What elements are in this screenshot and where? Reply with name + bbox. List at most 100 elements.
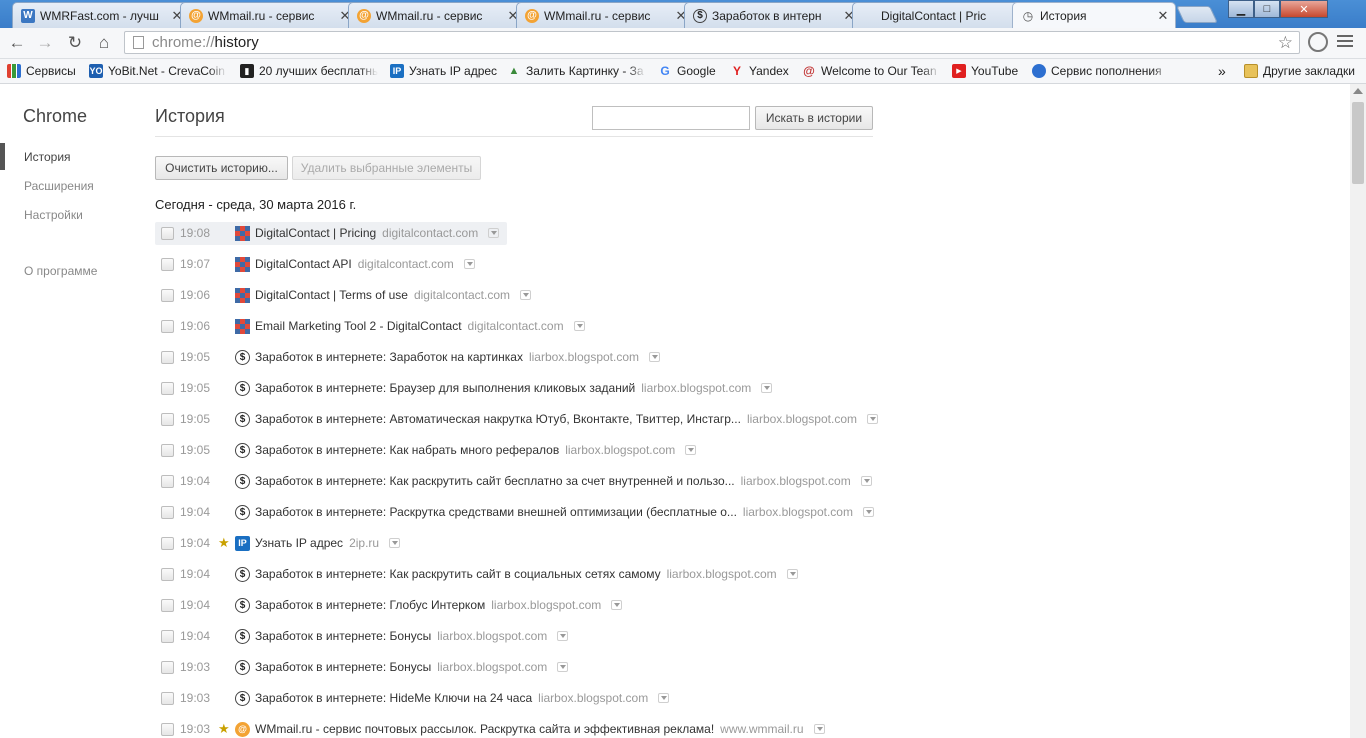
tab-wmmail-1[interactable]: @ WMmail.ru - сервис ✕ — [180, 2, 358, 28]
tab-digitalcontact[interactable]: DigitalContact | Pric ✕ — [852, 2, 1030, 28]
scroll-up-arrow-icon[interactable] — [1353, 88, 1363, 94]
entry-title-link[interactable]: Заработок в интернете: HideMe Ключи на 2… — [255, 691, 532, 705]
sidebar-item-settings[interactable]: Настройки — [24, 208, 83, 222]
bookmark-star-icon[interactable]: ☆ — [1278, 33, 1293, 53]
entry-menu-dropdown-icon[interactable] — [658, 693, 670, 703]
bookmark-google[interactable]: G Google — [658, 62, 722, 80]
bookmark-service-topup[interactable]: Сервис пополнения — [1032, 62, 1170, 80]
bookmark-yobit[interactable]: YO YoBit.Net - CrevaCoin — [89, 62, 227, 80]
entry-menu-dropdown-icon[interactable] — [786, 569, 798, 579]
entry-checkbox[interactable] — [161, 227, 174, 240]
history-entry[interactable]: 19:04 $ Заработок в интернете: Раскрутка с… — [155, 501, 874, 524]
history-entry[interactable]: 19:03 $ Заработок в интернете: Бонусы liarb… — [155, 656, 569, 679]
tab-zarabotok[interactable]: $ Заработок в интерн ✕ — [684, 2, 862, 28]
entry-title-link[interactable]: Заработок в интернете: Как набрать много… — [255, 443, 559, 457]
history-entry[interactable]: 19:08 DigitalContact | Pricing digitalcont… — [155, 222, 507, 245]
entry-title-link[interactable]: Заработок в интернете: Глобус Интерком — [255, 598, 485, 612]
bookmark-top20[interactable]: ▮ 20 лучших бесплатны — [240, 62, 378, 80]
globe-extension-icon[interactable] — [1308, 32, 1328, 52]
entry-checkbox[interactable] — [161, 537, 174, 550]
entry-checkbox[interactable] — [161, 661, 174, 674]
entry-checkbox[interactable] — [161, 382, 174, 395]
forward-arrow-icon[interactable]: → — [34, 32, 56, 54]
entry-title-link[interactable]: DigitalContact | Pricing — [255, 226, 376, 240]
search-history-button[interactable]: Искать в истории — [755, 106, 873, 130]
entry-menu-dropdown-icon[interactable] — [611, 600, 623, 610]
entry-checkbox[interactable] — [161, 599, 174, 612]
scrollbar-thumb[interactable] — [1352, 102, 1364, 184]
entry-menu-dropdown-icon[interactable] — [389, 538, 401, 548]
entry-menu-dropdown-icon[interactable] — [573, 321, 585, 331]
history-entry[interactable]: 19:05 $ Заработок в интернете: Браузер для… — [155, 377, 773, 400]
entry-title-link[interactable]: WMmail.ru - сервис почтовых рассылок. Ра… — [255, 722, 714, 736]
history-search-input[interactable] — [592, 106, 750, 130]
home-icon[interactable]: ⌂ — [93, 32, 115, 54]
bookmark-upload-image[interactable]: ▲ Залить Картинку - За — [507, 62, 646, 80]
history-entry[interactable]: 19:03 ★ @ WMmail.ru - сервис почтовых рассы… — [155, 718, 825, 738]
bookmark-yandex[interactable]: Y Yandex — [730, 62, 794, 80]
entry-title-link[interactable]: Заработок в интернете: Бонусы — [255, 629, 431, 643]
hamburger-menu-icon[interactable] — [1337, 35, 1353, 50]
entry-menu-dropdown-icon[interactable] — [867, 414, 878, 424]
entry-menu-dropdown-icon[interactable] — [520, 290, 532, 300]
history-entry[interactable]: 19:04 $ Заработок в интернете: Как раскрут… — [155, 563, 798, 586]
history-entry[interactable]: 19:06 Email Marketing Tool 2 - DigitalCon… — [155, 315, 585, 338]
entry-title-link[interactable]: DigitalContact | Terms of use — [255, 288, 408, 302]
clear-history-button[interactable]: Очистить историю... — [155, 156, 288, 180]
entry-title-link[interactable]: Узнать IP адрес — [255, 536, 343, 550]
close-window-button[interactable]: ✕ — [1280, 0, 1328, 18]
entry-title-link[interactable]: Email Marketing Tool 2 - DigitalContact — [255, 319, 462, 333]
entry-menu-dropdown-icon[interactable] — [685, 445, 697, 455]
entry-checkbox[interactable] — [161, 413, 174, 426]
entry-title-link[interactable]: Заработок в интернете: Заработок на карт… — [255, 350, 523, 364]
history-entry[interactable]: 19:04 $ Заработок в интернете: Как раскрут… — [155, 470, 872, 493]
tab-close-icon[interactable]: ✕ — [1157, 8, 1169, 24]
minimize-button[interactable]: ▁ — [1228, 0, 1254, 18]
history-entry[interactable]: 19:05 $ Заработок в интернете: Автоматичес… — [155, 408, 878, 431]
entry-title-link[interactable]: Заработок в интернете: Бонусы — [255, 660, 431, 674]
reload-icon[interactable]: ↻ — [64, 32, 86, 54]
entry-menu-dropdown-icon[interactable] — [463, 259, 475, 269]
entry-menu-dropdown-icon[interactable] — [557, 662, 569, 672]
entry-title-link[interactable]: DigitalContact API — [255, 257, 352, 271]
history-entry[interactable]: 19:04 ★ IP Узнать IP адрес 2ip.ru — [155, 532, 507, 555]
entry-checkbox[interactable] — [161, 351, 174, 364]
entry-checkbox[interactable] — [161, 444, 174, 457]
entry-checkbox[interactable] — [161, 475, 174, 488]
entry-title-link[interactable]: Заработок в интернете: Как раскрутить са… — [255, 474, 735, 488]
tab-history[interactable]: ◷ История ✕ — [1012, 2, 1176, 28]
entry-menu-dropdown-icon[interactable] — [557, 631, 569, 641]
history-entry[interactable]: 19:07 DigitalContact API digitalcontact.co… — [155, 253, 507, 276]
entry-title-link[interactable]: Заработок в интернете: Браузер для выпол… — [255, 381, 635, 395]
maximize-button[interactable]: □ — [1254, 0, 1280, 18]
tab-wmmail-2[interactable]: @ WMmail.ru - сервис ✕ — [348, 2, 526, 28]
entry-menu-dropdown-icon[interactable] — [860, 476, 872, 486]
entry-checkbox[interactable] — [161, 289, 174, 302]
sidebar-item-extensions[interactable]: Расширения — [24, 179, 94, 193]
history-entry[interactable]: 19:04 $ Заработок в интернете: Бонусы liarb… — [155, 625, 569, 648]
entry-title-link[interactable]: Заработок в интернете: Автоматическая на… — [255, 412, 741, 426]
entry-menu-dropdown-icon[interactable] — [862, 507, 874, 517]
remove-selected-button[interactable]: Удалить выбранные элементы — [292, 156, 481, 180]
back-arrow-icon[interactable]: ← — [6, 32, 28, 54]
sidebar-item-history[interactable]: История — [24, 150, 71, 164]
bookmark-youtube[interactable]: ▶ YouTube — [952, 62, 1026, 80]
new-tab-button[interactable] — [1176, 6, 1218, 23]
other-bookmarks[interactable]: Другие закладки — [1244, 62, 1362, 80]
entry-menu-dropdown-icon[interactable] — [649, 352, 661, 362]
entry-title-link[interactable]: Заработок в интернете: Как раскрутить са… — [255, 567, 661, 581]
entry-checkbox[interactable] — [161, 258, 174, 271]
entry-menu-dropdown-icon[interactable] — [813, 724, 825, 734]
entry-checkbox[interactable] — [161, 692, 174, 705]
entry-menu-dropdown-icon[interactable] — [761, 383, 773, 393]
tab-wmrfast[interactable]: W WMRFast.com - лучш ✕ — [12, 2, 190, 28]
bookmark-welcome[interactable]: @ Welcome to Our Tean — [802, 62, 940, 80]
entry-checkbox[interactable] — [161, 568, 174, 581]
address-bar[interactable]: chrome://history ☆ — [124, 31, 1300, 54]
sidebar-item-about[interactable]: О программе — [24, 264, 97, 278]
entry-menu-dropdown-icon[interactable] — [488, 228, 500, 238]
history-entry[interactable]: 19:03 $ Заработок в интернете: HideMe Ключ… — [155, 687, 670, 710]
entry-checkbox[interactable] — [161, 723, 174, 736]
history-entry[interactable]: 19:06 DigitalContact | Terms of use digita… — [155, 284, 532, 307]
bookmark-2ip[interactable]: IP Узнать IP адрес — [390, 62, 498, 80]
